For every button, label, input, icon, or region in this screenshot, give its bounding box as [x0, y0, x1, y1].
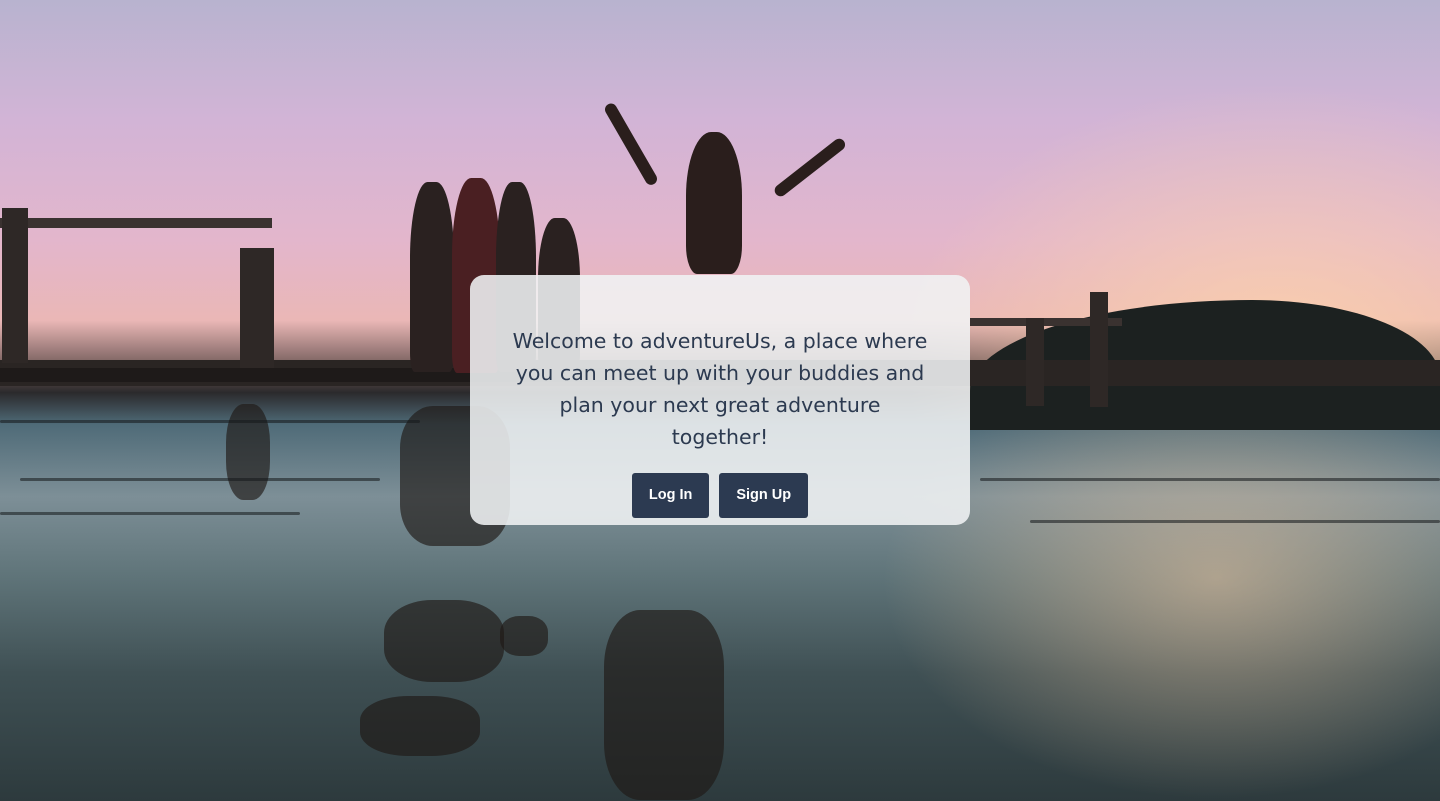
hero-background: Welcome to adventureUs, a place where yo… [0, 0, 1440, 801]
water-reflection [360, 696, 480, 756]
welcome-card: Welcome to adventureUs, a place where yo… [470, 275, 970, 525]
railing-post [1026, 318, 1044, 406]
jumping-person-silhouette [686, 132, 742, 274]
jumper-arm [772, 136, 848, 199]
water-ripple [0, 420, 420, 423]
login-button[interactable]: Log In [631, 473, 710, 518]
water-ripple [980, 478, 1440, 481]
jumper-arm [602, 101, 660, 187]
welcome-message: Welcome to adventureUs, a place where yo… [512, 329, 928, 449]
water-ripple [0, 512, 300, 515]
water-reflection [226, 404, 270, 500]
water-ripple [20, 478, 380, 481]
auth-actions: Log In Sign Up [470, 473, 970, 518]
railing-post [2, 208, 28, 363]
railing-post [1090, 292, 1108, 407]
water-ripple [1030, 520, 1440, 523]
water-reflection [604, 610, 724, 800]
railing-post [240, 248, 274, 368]
water-reflection [384, 600, 504, 682]
person-silhouette [410, 182, 454, 372]
left-railing [0, 218, 272, 378]
signup-button[interactable]: Sign Up [719, 473, 809, 518]
water-reflection [500, 616, 548, 656]
